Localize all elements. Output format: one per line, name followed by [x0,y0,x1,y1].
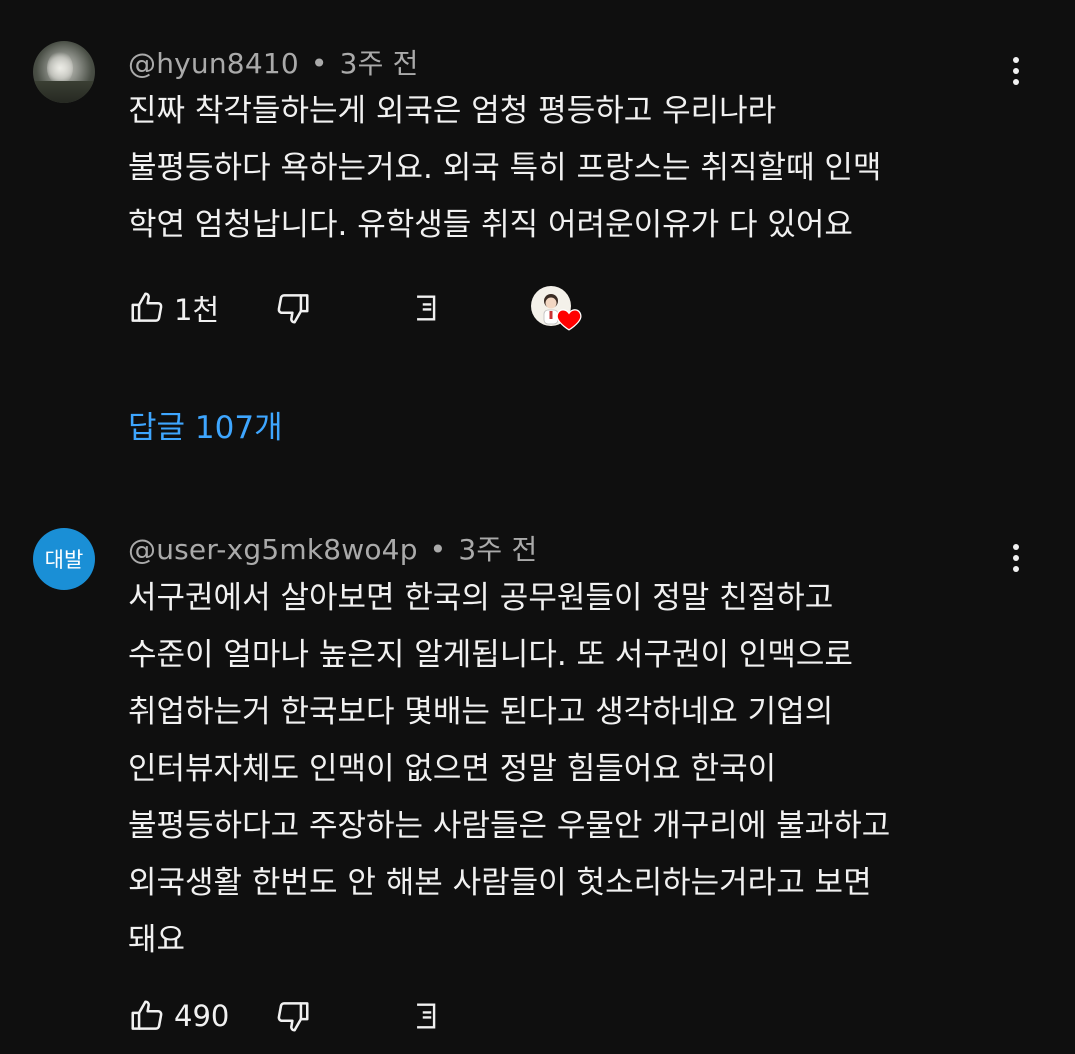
comment-text: 진짜 착각들하는게 외국은 엄청 평등하고 우리나라 불평등하다 욕하는거요. … [128,83,1028,254]
author-handle[interactable]: @hyun8410 [128,47,299,80]
comment-text-line: 불평등하다고 주장하는 사람들은 우물안 개구리에 불과하고 [128,808,891,844]
timestamp[interactable]: 3주 전 [340,47,419,80]
comment-text: 서구권에서 살아보면 한국의 공무원들이 정말 친절하고 수준이 얼마나 높은지… [128,570,1028,969]
avatar[interactable] [33,41,95,103]
more-vert-icon-dot [1013,68,1019,74]
like-button[interactable]: 490 [128,994,229,1038]
more-vert-icon [1013,57,1019,63]
separator-dot: • [310,47,328,80]
creator-heart-badge [531,286,582,334]
comment-text-line: 서구권에서 살아보면 한국의 공무원들이 정말 친절하고 [128,580,834,616]
comment-toolbar: 490 [128,994,628,1038]
reply-icon [417,295,436,321]
view-replies-button[interactable]: 답글 107개 [128,402,283,447]
author-handle[interactable]: @user-xg5mk8wo4p [128,533,418,566]
thumb-up-icon [131,1000,163,1030]
reply-button[interactable] [410,994,444,1038]
avatar-photo-mist [47,51,73,85]
comment-text-line: 수준이 얼마나 높은지 알게됩니다. 또 서구권이 인맥으로 [128,637,853,673]
timestamp[interactable]: 3주 전 [458,533,537,566]
dislike-button[interactable] [274,994,312,1038]
separator-dot: • [429,533,447,566]
comment-header: @user-xg5mk8wo4p • 3주 전 [128,528,537,568]
creator-heart-icon [556,309,582,331]
comment-text-line: 인터뷰자체도 인맥이 없으면 정말 힘들어요 한국이 [128,751,777,787]
comment-text-line: 돼요 [128,922,186,958]
comment-text-line: 불평등하다 욕하는거요. 외국 특히 프랑스는 취직할때 인맥 [128,150,882,186]
like-count: 490 [174,999,230,1033]
avatar-initials: 대발 [44,548,84,572]
more-vert-icon [1013,544,1019,550]
comment-text-line: 학연 엄청납니다. 유학생들 취직 어려운이유가 다 있어요 [128,207,853,243]
comment-header: @hyun8410 • 3주 전 [128,42,419,82]
thumb-down-icon [277,1002,309,1032]
like-button[interactable]: 1천 [128,286,219,330]
comment-toolbar: 1천 [128,286,628,331]
thumb-up-icon [131,292,163,322]
dislike-button[interactable] [274,286,312,330]
comment-text-line: 취업하는거 한국보다 몇배는 된다고 생각하네요 기업의 [128,694,834,730]
comment-text-line: 외국생활 한번도 안 해본 사람들이 헛소리하는거라고 보면 [128,865,872,901]
like-count: 1천 [174,293,220,327]
avatar-photo-ground [33,81,95,103]
comment-text-line: 진짜 착각들하는게 외국은 엄청 평등하고 우리나라 [128,93,777,129]
reply-icon [417,1003,436,1029]
more-vert-icon-dot [1013,555,1019,561]
thumb-down-icon [277,294,309,324]
avatar[interactable]: 대발 [33,528,95,590]
reply-button[interactable] [410,286,444,330]
